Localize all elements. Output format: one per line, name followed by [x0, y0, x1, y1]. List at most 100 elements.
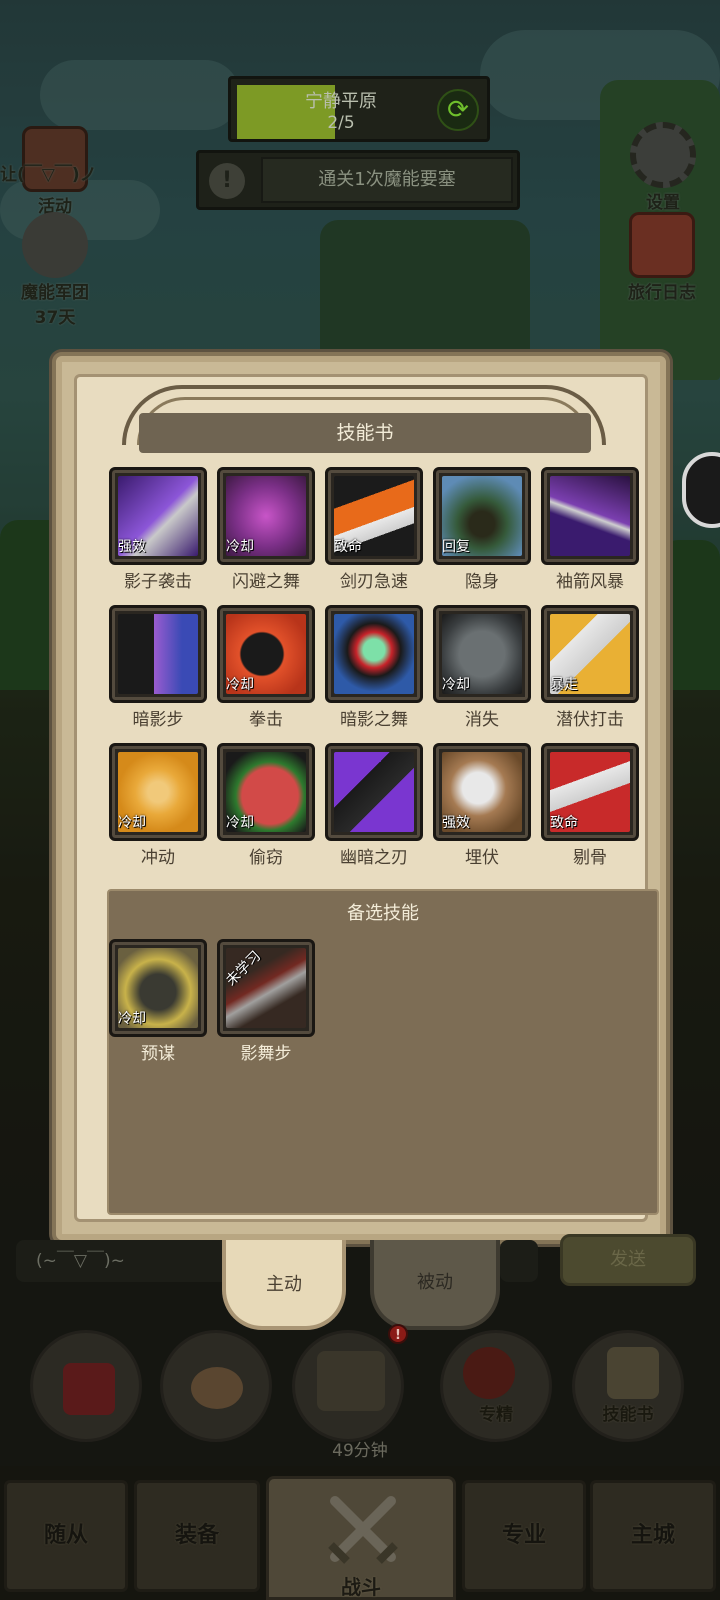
skill-name: 埋伏 — [465, 848, 499, 868]
skill-book-icon — [607, 1347, 659, 1399]
skill-slot[interactable]: 回复 隐身 — [429, 467, 531, 597]
side-scroll-icon[interactable] — [682, 452, 720, 528]
skill-slot[interactable]: 暗影之舞 — [321, 605, 423, 735]
send-button[interactable]: 发送 — [560, 1234, 696, 1286]
skill-tile — [109, 605, 207, 703]
nav-battle-label: 战斗 — [341, 1575, 381, 1599]
skill-slot[interactable]: 强效 埋伏 — [429, 743, 531, 873]
skill-tile: 强效 — [109, 467, 207, 565]
skill-slot[interactable]: 致命 剔骨 — [537, 743, 639, 873]
panel-inner: 技能书 强效 影子袭击 冷却 闪避之舞 致命 剑刃急速 回复 隐身 袖箭风暴 暗… — [74, 374, 659, 1222]
skill-slot[interactable]: 幽暗之刃 — [321, 743, 423, 873]
legion-days: 37天 — [34, 308, 76, 328]
skill-name: 剔骨 — [573, 848, 607, 868]
quest-text: 通关1次魔能要塞 — [318, 169, 456, 190]
skill-slot[interactable]: 冷却 闪避之舞 — [213, 467, 315, 597]
skillbook-button[interactable]: 技能书 — [572, 1330, 684, 1442]
nav-equipment[interactable]: 装备 — [134, 1480, 260, 1592]
skill-book-panel: 技能书 强效 影子袭击 冷却 闪避之舞 致命 剑刃急速 回复 隐身 袖箭风暴 暗… — [52, 352, 670, 1244]
settings-button[interactable]: 设置 — [620, 122, 706, 213]
skill-slot[interactable]: 强效 影子袭击 — [105, 467, 207, 597]
gear-icon — [630, 122, 696, 188]
tab-active-skills[interactable]: 主动 — [222, 1240, 346, 1330]
potion-button[interactable] — [30, 1330, 142, 1442]
skill-tile: 冷却 — [217, 467, 315, 565]
legion-button[interactable]: 魔能军团 37天 — [12, 212, 98, 328]
chat-input-end[interactable] — [500, 1240, 538, 1282]
chest-button[interactable] — [292, 1330, 404, 1442]
panel-title: 技能书 — [336, 422, 394, 444]
skill-tile — [325, 743, 423, 841]
skill-tile: 冷却 — [433, 605, 531, 703]
skill-tag: 冷却 — [226, 815, 254, 831]
skill-tag: 强效 — [442, 815, 470, 831]
skill-tag: 回复 — [442, 539, 470, 555]
skill-tile: 冷却 — [109, 939, 207, 1037]
shadow-dance-icon — [334, 614, 414, 694]
skill-slot[interactable]: 冷却 拳击 — [213, 605, 315, 735]
skill-slot[interactable]: 袖箭风暴 — [537, 467, 639, 597]
skill-name: 冲动 — [141, 848, 175, 868]
journal-icon — [629, 212, 695, 278]
target-icon — [463, 1347, 515, 1399]
quest-text-box: 通关1次魔能要塞 — [261, 157, 513, 203]
skill-tile — [325, 605, 423, 703]
skill-name: 幽暗之刃 — [340, 848, 408, 868]
stage-indicator: 宁静平原 2/5 ⟳ — [228, 76, 490, 142]
alt-skill-slot[interactable]: 未学习 影舞步 — [213, 939, 315, 1069]
refresh-icon[interactable]: ⟳ — [437, 89, 479, 131]
skill-slot[interactable]: 暴走 潜伏打击 — [537, 605, 639, 735]
chat-emote: 让(￣▽￣)ノ — [0, 165, 97, 185]
nav-followers[interactable]: 随从 — [4, 1480, 128, 1592]
skill-tile: 强效 — [433, 743, 531, 841]
skill-name: 闪避之舞 — [232, 572, 300, 592]
legion-label: 魔能军团 — [21, 283, 89, 303]
skill-name: 偷窃 — [249, 848, 283, 868]
skill-name: 暗影步 — [132, 710, 184, 730]
dart-storm-icon — [550, 476, 630, 556]
skill-tag: 暴走 — [550, 677, 578, 693]
quest-tracker[interactable]: ! 通关1次魔能要塞 — [196, 150, 520, 210]
skill-slot[interactable]: 冷却 冲动 — [105, 743, 207, 873]
notification-badge: ! — [388, 1324, 408, 1344]
skill-tag: 冷却 — [442, 677, 470, 693]
specialize-button[interactable]: 专精 — [440, 1330, 552, 1442]
skill-slot[interactable]: 冷却 消失 — [429, 605, 531, 735]
alert-icon: ! — [209, 163, 245, 199]
skill-name: 影子袭击 — [124, 572, 192, 592]
skill-name: 潜伏打击 — [556, 710, 624, 730]
stage-progress: 2/5 — [327, 113, 355, 133]
beast-helmet-icon — [22, 212, 88, 278]
skill-tile: 冷却 — [109, 743, 207, 841]
stage-name: 宁静平原 — [305, 91, 377, 112]
skill-tag: 致命 — [550, 815, 578, 831]
skill-slot[interactable]: 致命 剑刃急速 — [321, 467, 423, 597]
skill-name: 消失 — [465, 710, 499, 730]
skill-tile: 冷却 — [217, 743, 315, 841]
skill-tile: 回复 — [433, 467, 531, 565]
nav-battle[interactable]: 战斗 — [266, 1476, 456, 1600]
skill-name: 拳击 — [249, 710, 283, 730]
nav-main-city[interactable]: 主城 — [590, 1480, 716, 1592]
food-button[interactable] — [160, 1330, 272, 1442]
chat-input[interactable]: (~￣▽￣)~ — [16, 1240, 236, 1282]
skill-tile: 致命 — [325, 467, 423, 565]
alternate-skills-section: 备选技能 冷却 预谋 未学习 影舞步 — [107, 889, 659, 1215]
skill-name: 暗影之舞 — [340, 710, 408, 730]
skill-slot[interactable]: 冷却 偷窃 — [213, 743, 315, 873]
skill-tile: 致命 — [541, 743, 639, 841]
treasure-chest-icon — [317, 1351, 385, 1411]
skill-tile: 未学习 — [217, 939, 315, 1037]
tab-passive-skills[interactable]: 被动 — [370, 1240, 500, 1330]
skill-tag: 强效 — [118, 539, 146, 555]
bread-icon — [191, 1367, 243, 1409]
travel-log-button[interactable]: 旅行日志 — [614, 212, 710, 303]
skill-slot[interactable]: 暗影步 — [105, 605, 207, 735]
skill-name: 影舞步 — [240, 1044, 292, 1064]
alt-skill-slot[interactable]: 冷却 预谋 — [105, 939, 207, 1069]
skill-tag: 冷却 — [118, 815, 146, 831]
nav-profession[interactable]: 专业 — [462, 1480, 586, 1592]
shadow-step-icon — [118, 614, 198, 694]
skill-tag: 冷却 — [226, 677, 254, 693]
skill-name: 预谋 — [141, 1044, 175, 1064]
